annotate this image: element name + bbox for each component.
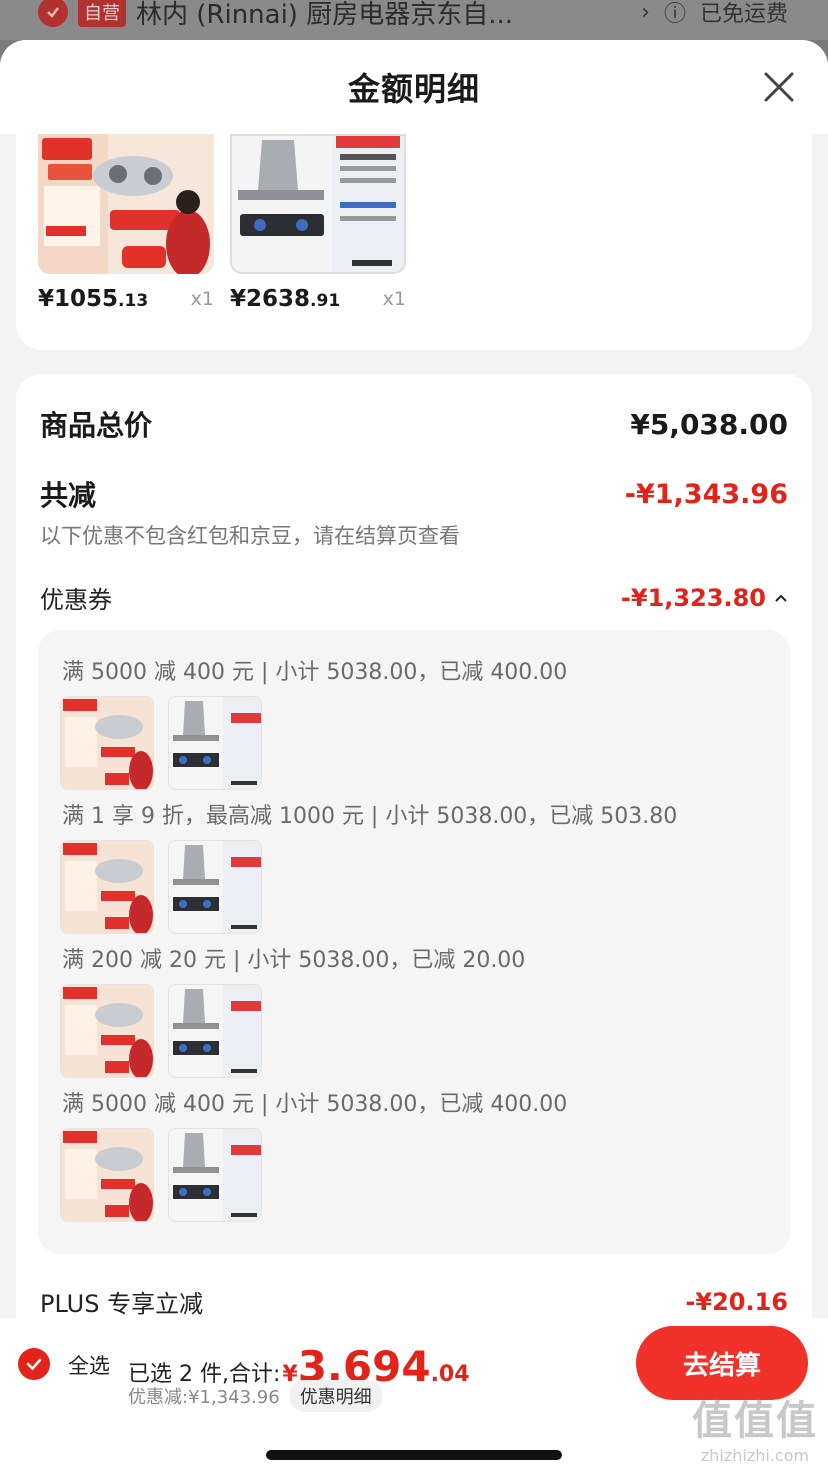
watermark-url: zhizhizhi.com (700, 1446, 810, 1465)
coupon-product-thumbs (60, 1128, 262, 1222)
plus-discount-row: PLUS 专享立减 -¥20.16 (40, 1284, 788, 1319)
coupon-product-thumbs (60, 840, 262, 934)
coupon-line: 满 1 享 9 折，最高减 1000 元 | 小计 5038.00，已减 503… (62, 804, 678, 829)
mini-thumb-robam (168, 840, 262, 934)
coupon-total: -¥1,323.80 (621, 584, 788, 612)
background-store-tag: 自营 (78, 0, 126, 27)
total-price-label: 商品总价 (40, 409, 153, 442)
coupon-label: 优惠券 (40, 586, 112, 614)
plus-discount-value: -¥20.16 (685, 1287, 788, 1316)
sheet-header: 金额明细 (0, 40, 828, 134)
products-card: ¥1055.13 x1 ¥2638.91 x1 (16, 134, 812, 350)
home-indicator (266, 1450, 562, 1460)
background-check-icon (38, 0, 68, 27)
coupon-row[interactable]: 优惠券 -¥1,323.80 (40, 580, 788, 615)
mini-thumb-robam (168, 1128, 262, 1222)
background-store-bar: 自营 林内 (Rinnai) 厨房电器京东自... › ⓘ 已免运费 (0, 0, 828, 40)
checkout-bar: 全选 已选 2 件,合计: ¥ 3,694 .04 优惠减:¥1,343.96 … (0, 1318, 828, 1475)
coupon-product-thumbs (60, 696, 262, 790)
close-icon (764, 72, 794, 102)
total-reduce-label: 共减 (40, 479, 97, 512)
watermark-logo: 值值值 (692, 1397, 818, 1444)
product-thumbnail-robam (230, 134, 406, 274)
total-price-value: ¥5,038.00 (630, 407, 788, 441)
background-shipping-text: 已免运费 (699, 2, 788, 27)
select-all-label[interactable]: 全选 (68, 1350, 110, 1380)
mini-thumb-rinnai (60, 696, 154, 790)
chevron-up-icon (775, 594, 787, 602)
check-icon (26, 1358, 42, 1371)
coupon-line: 满 200 减 20 元 | 小计 5038.00，已减 20.00 (62, 948, 526, 973)
background-store-title: 林内 (Rinnai) 厨房电器京东自... (136, 0, 514, 30)
coupon-detail-box: 满 5000 减 400 元 | 小计 5038.00，已减 400.00 满 … (38, 630, 790, 1254)
discount-detail-link[interactable]: 优惠明细 (289, 1380, 382, 1412)
sheet-title: 金额明细 (347, 70, 480, 108)
product-quantity: x1 (190, 288, 214, 310)
product-quantity: x1 (382, 288, 406, 310)
info-icon: ⓘ (663, 2, 686, 27)
product-thumbnail-rinnai (38, 134, 214, 274)
discount-summary: 优惠减:¥1,343.96 优惠明细 (128, 1380, 382, 1412)
total-price-row: 商品总价 ¥5,038.00 (40, 404, 788, 444)
product-price: ¥1055.13 (38, 286, 149, 312)
close-button[interactable] (760, 68, 798, 106)
background-shipping: › ⓘ 已免运费 (641, 0, 788, 28)
watermark: 值值值 zhizhizhi.com (692, 1388, 818, 1465)
total-reduce-row: 共减 -¥1,343.96 (40, 474, 788, 514)
mini-thumb-rinnai (60, 984, 154, 1078)
mini-thumb-rinnai (60, 1128, 154, 1222)
chevron-right-icon: › (641, 0, 650, 25)
mini-thumb-robam (168, 696, 262, 790)
price-detail-card: 商品总价 ¥5,038.00 共减 -¥1,343.96 以下优惠不包含红包和京… (16, 374, 812, 1374)
product-item[interactable]: ¥2638.91 x1 (230, 134, 406, 312)
coupon-line: 满 5000 减 400 元 | 小计 5038.00，已减 400.00 (62, 1092, 568, 1117)
mini-thumb-rinnai (60, 840, 154, 934)
mini-thumb-robam (168, 984, 262, 1078)
discount-text: 优惠减:¥1,343.96 (128, 1387, 280, 1408)
product-price: ¥2638.91 (230, 286, 341, 312)
reduce-note: 以下优惠不包含红包和京豆，请在结算页查看 (40, 524, 460, 548)
product-item[interactable]: ¥1055.13 x1 (38, 134, 214, 312)
total-reduce-value: -¥1,343.96 (624, 478, 788, 510)
coupon-value: -¥1,323.80 (620, 583, 766, 612)
coupon-line: 满 5000 减 400 元 | 小计 5038.00，已减 400.00 (62, 660, 568, 685)
plus-discount-label: PLUS 专享立减 (40, 1290, 204, 1318)
amount-detail-sheet: 金额明细 ¥1055.13 x1 ¥2638.91 x1 商品总价 ¥5,038… (0, 40, 828, 1475)
select-all-checkbox[interactable] (18, 1348, 50, 1380)
coupon-product-thumbs (60, 984, 262, 1078)
total-amount-decimal: .04 (430, 1362, 470, 1387)
